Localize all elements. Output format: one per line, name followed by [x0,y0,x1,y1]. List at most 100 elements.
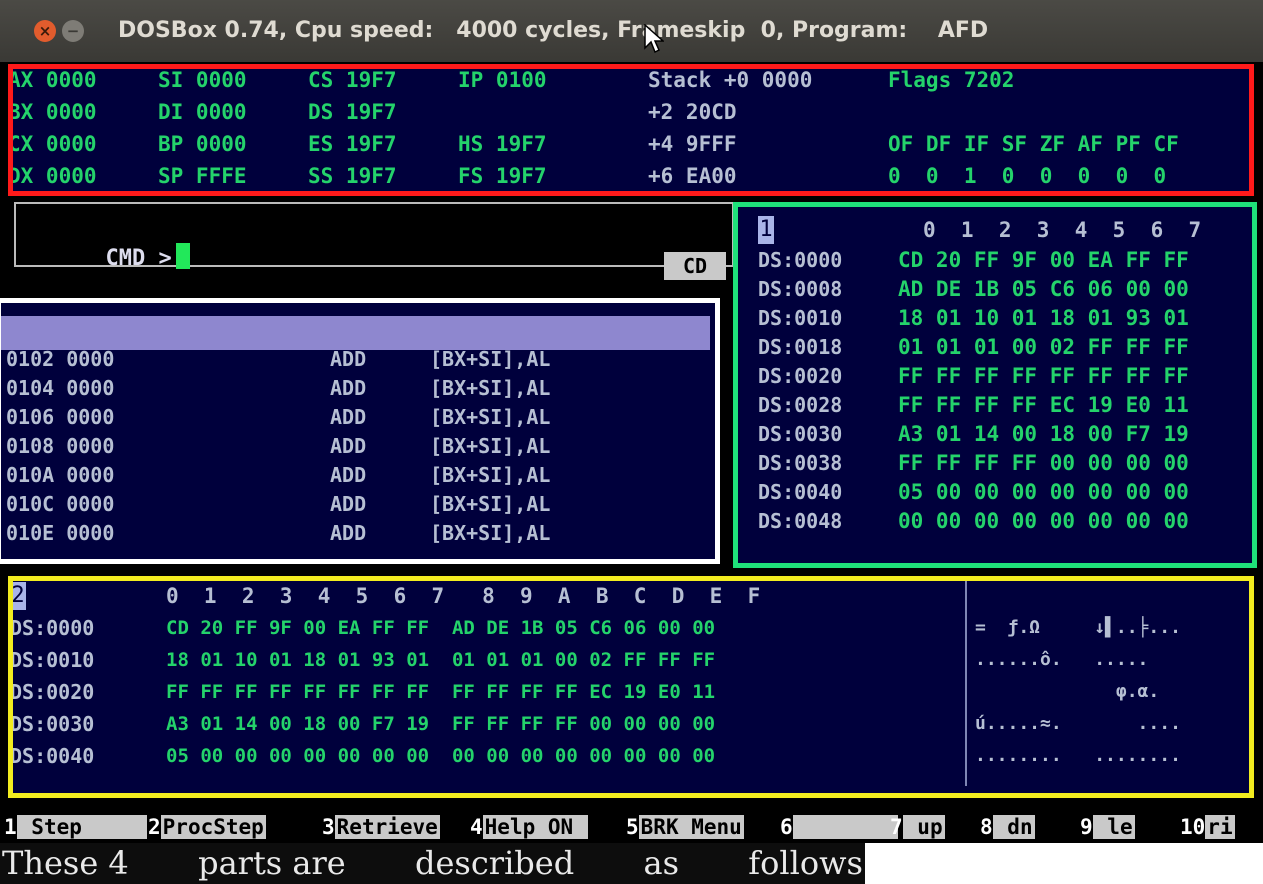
fkey-1-button[interactable]: 1 Step [4,813,148,841]
dump-bytes[interactable]: FF FF FF FF FF FF FF FF FF FF FF FF EC 1… [166,678,715,706]
code-address[interactable]: 0108 0000 [6,432,114,460]
dump-ascii[interactable]: φ.α. [975,678,1159,706]
fkey-5-button[interactable]: 5BRK Menu [626,813,744,841]
fkey-label [792,815,898,839]
code-address[interactable]: 010A 0000 [6,461,114,489]
register-cell: +4 9FFF [648,132,737,156]
code-address[interactable]: 010E 0000 [6,519,114,547]
window-titlebar: × − DOSBox 0.74, Cpu speed: 4000 cycles,… [0,0,1263,62]
memory-bytes[interactable]: 01 01 01 00 02 FF FF FF [898,333,1189,361]
fkey-8-button[interactable]: 8 dn [980,813,1035,841]
code-operand[interactable]: [BX+SI],AL [430,461,550,489]
fkey-label: dn [992,815,1035,839]
memory-address[interactable]: DS:0018 [758,333,842,361]
fkey-label: ri [1205,815,1235,839]
memory-address[interactable]: DS:0008 [758,275,842,303]
register-cell: SS 19F7 [308,164,397,188]
minimize-button[interactable]: − [62,20,84,42]
dump-address[interactable]: DS:0000 [10,614,94,642]
memory-bytes[interactable]: FF FF FF FF FF FF FF FF [898,362,1189,390]
command-panel[interactable]: CMD > [14,202,734,271]
register-cell: DX 0000 [8,164,97,188]
dump-ascii[interactable]: ú.....≈. .... [975,710,1181,738]
memory-bytes[interactable]: AD DE 1B 05 C6 06 00 00 [898,275,1189,303]
registers-panel: AX 0000 SI 0000 CS 19F7 IP 0100 Stack +0 000… [8,64,1254,194]
code-mnemonic[interactable]: ADD [330,374,366,402]
register-cell: CX 0000 [8,132,97,156]
memory-bytes[interactable]: 05 00 00 00 00 00 00 00 [898,478,1189,506]
code-mnemonic[interactable]: ADD [330,403,366,431]
code-mnemonic[interactable]: ADD [330,461,366,489]
code-operand[interactable]: [BX+SI],AL [430,490,550,518]
fkey-label: le [1092,815,1135,839]
dump-address[interactable]: DS:0010 [10,646,94,674]
code-operand[interactable]: [BX+SI],AL [430,432,550,460]
fkey-3-button[interactable]: 3Retrieve [322,813,440,841]
dump-bytes[interactable]: 18 01 10 01 18 01 93 01 01 01 01 00 02 F… [166,646,715,674]
code-address[interactable]: 0104 0000 [6,374,114,402]
fkey-7-button[interactable]: 7 up [890,813,945,841]
caption-word: follows [748,844,863,882]
code-address[interactable]: 010C 0000 [6,490,114,518]
memory-address[interactable]: DS:0020 [758,362,842,390]
register-cell: Flags 7202 [888,68,1015,92]
memory-address[interactable]: DS:0040 [758,478,842,506]
register-cell: ES 19F7 [308,132,397,156]
code-operand[interactable]: [BX+SI],AL [430,403,550,431]
memory-bytes[interactable]: 18 01 10 01 18 01 93 01 [898,304,1189,332]
fkey-number: 4 [470,815,483,839]
register-cell: SI 0000 [158,68,247,92]
memory-address[interactable]: DS:0048 [758,507,842,535]
dump-address[interactable]: DS:0030 [10,710,94,738]
fkey-4-button[interactable]: 4Help ON [470,813,588,841]
memory-bytes[interactable]: FF FF FF FF EC 19 E0 11 [898,391,1189,419]
memory-dump-panel: 2 0 1 2 3 4 5 6 7 8 9 A B C D E F DS:0000 C… [8,576,1254,798]
caption-word: as [643,844,680,882]
code-mnemonic[interactable]: ADD [330,490,366,518]
memory-bytes[interactable]: FF FF FF FF 00 00 00 00 [898,449,1189,477]
memory-address[interactable]: DS:0028 [758,391,842,419]
dump-bytes[interactable]: A3 01 14 00 18 00 F7 19 FF FF FF FF 00 0… [166,710,715,738]
fkey-label: up [902,815,945,839]
cd-label: CD [664,252,726,280]
fkey-6-button[interactable]: 6 [780,813,898,841]
memory-bytes[interactable]: A3 01 14 00 18 00 F7 19 [898,420,1189,448]
memory-address[interactable]: DS:0010 [758,304,842,332]
register-cell: BP 0000 [158,132,247,156]
dump-address[interactable]: DS:0020 [10,678,94,706]
dump-address[interactable]: DS:0040 [10,742,94,770]
register-cell: FS 19F7 [458,164,547,188]
register-cell: HS 19F7 [458,132,547,156]
dump-bytes[interactable]: 05 00 00 00 00 00 00 00 00 00 00 00 00 0… [166,742,715,770]
memory-address[interactable]: DS:0000 [758,246,842,274]
fkey-number: 3 [322,815,335,839]
memory-bytes[interactable]: 00 00 00 00 00 00 00 00 [898,507,1189,535]
register-cell: CS 19F7 [308,68,397,92]
close-button[interactable]: × [34,20,56,42]
fkey-10-button[interactable]: 10ri [1180,813,1235,841]
fkey-label: Help ON [482,815,588,839]
memory-address[interactable]: DS:0038 [758,449,842,477]
register-cell: 0 0 1 0 0 0 0 0 [888,164,1167,188]
dump-ascii[interactable]: = ƒ.Ω ↓▌..╞... [975,614,1181,642]
code-mnemonic[interactable]: ADD [330,432,366,460]
fkey-number: 6 [780,815,793,839]
register-cell: OF DF IF SF ZF AF PF CF [888,132,1179,156]
dump-bytes[interactable]: CD 20 FF 9F 00 EA FF FF AD DE 1B 05 C6 0… [166,614,715,642]
code-operand[interactable]: [BX+SI],AL [430,374,550,402]
dump-ascii[interactable]: ........ ........ [975,742,1181,770]
memory-bytes[interactable]: CD 20 FF 9F 00 EA FF FF [898,246,1189,274]
fkey-9-button[interactable]: 9 le [1080,813,1135,841]
caption-word: parts are [198,844,346,882]
dump-ascii[interactable]: ......ô. ..... [975,646,1148,674]
fkey-label: BRK Menu [638,815,744,839]
command-prompt: CMD > [105,246,172,271]
memory-address[interactable]: DS:0030 [758,420,842,448]
code-operand[interactable]: [BX+SI],AL [430,519,550,547]
fkey-2-button[interactable]: 2ProcStep [148,813,266,841]
code-mnemonic[interactable]: ADD [330,519,366,547]
fkey-number: 9 [1080,815,1093,839]
fkey-number: 1 [4,815,17,839]
code-address[interactable]: 0106 0000 [6,403,114,431]
hex-header: 0 1 2 3 4 5 6 7 8 9 A B C D E F [166,584,761,608]
